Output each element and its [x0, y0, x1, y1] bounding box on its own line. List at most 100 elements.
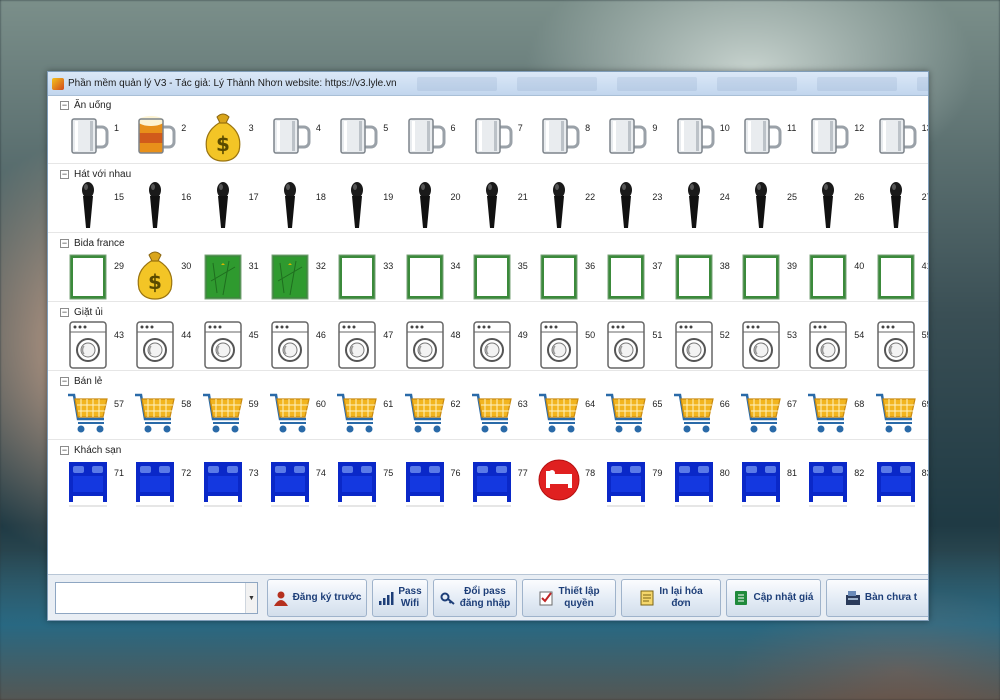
station-17[interactable]: 17 [199, 178, 266, 234]
background-tab[interactable] [816, 76, 897, 91]
pass-wifi-button[interactable]: Pass Wifi [372, 579, 428, 617]
station-23[interactable]: 23 [602, 178, 669, 234]
station-35[interactable]: 35 [468, 247, 535, 303]
station-39[interactable]: 39 [737, 247, 804, 303]
station-12[interactable]: 12 [804, 109, 871, 165]
station-61[interactable]: 61 [333, 385, 400, 441]
station-77[interactable]: 77 [468, 454, 535, 510]
station-50[interactable]: 50 [535, 316, 602, 372]
search-combo[interactable]: ▼ [55, 582, 258, 614]
station-18[interactable]: 18 [266, 178, 333, 234]
station-46[interactable]: 46 [266, 316, 333, 372]
station-20[interactable]: 20 [401, 178, 468, 234]
station-5[interactable]: 5 [333, 109, 400, 165]
station-75[interactable]: 75 [333, 454, 400, 510]
update-price-button[interactable]: Cập nhật giá [726, 579, 821, 617]
setup-permissions-button[interactable]: Thiết lập quyền [522, 579, 616, 617]
station-82[interactable]: 82 [804, 454, 871, 510]
background-tab[interactable] [616, 76, 697, 91]
change-login-pass-button[interactable]: Đổi pass đăng nhập [433, 579, 517, 617]
station-66[interactable]: 66 [670, 385, 737, 441]
station-41[interactable]: 41 [872, 247, 928, 303]
station-22[interactable]: 22 [535, 178, 602, 234]
station-57[interactable]: 57 [64, 385, 131, 441]
station-60[interactable]: 60 [266, 385, 333, 441]
station-16[interactable]: 16 [131, 178, 198, 234]
station-34[interactable]: 34 [401, 247, 468, 303]
station-37[interactable]: 37 [602, 247, 669, 303]
station-24[interactable]: 24 [670, 178, 737, 234]
background-tab[interactable] [416, 76, 497, 91]
station-29[interactable]: 29 [64, 247, 131, 303]
station-68[interactable]: 68 [804, 385, 871, 441]
unpaid-tables-button[interactable]: Bàn chưa t [826, 579, 928, 617]
station-31[interactable]: 31 [199, 247, 266, 303]
station-71[interactable]: 71 [64, 454, 131, 510]
station-10[interactable]: 10 [670, 109, 737, 165]
background-tab[interactable] [916, 76, 928, 91]
station-72[interactable]: 72 [131, 454, 198, 510]
station-26[interactable]: 26 [804, 178, 871, 234]
row-divider [48, 370, 928, 371]
station-54[interactable]: 54 [804, 316, 871, 372]
station-38[interactable]: 38 [670, 247, 737, 303]
register-before-button[interactable]: Đăng ký trước [267, 579, 367, 617]
station-3[interactable]: $3 [199, 109, 266, 165]
row-divider [48, 163, 928, 164]
station-44[interactable]: 44 [131, 316, 198, 372]
station-58[interactable]: 58 [131, 385, 198, 441]
station-2[interactable]: 2 [131, 109, 198, 165]
station-number: 49 [517, 330, 528, 340]
station-13[interactable]: 13 [872, 109, 928, 165]
station-79[interactable]: 79 [602, 454, 669, 510]
station-74[interactable]: 74 [266, 454, 333, 510]
station-62[interactable]: 62 [401, 385, 468, 441]
station-51[interactable]: 51 [602, 316, 669, 372]
station-76[interactable]: 76 [401, 454, 468, 510]
station-36[interactable]: 36 [535, 247, 602, 303]
station-9[interactable]: 9 [602, 109, 669, 165]
station-59[interactable]: 59 [199, 385, 266, 441]
station-47[interactable]: 47 [333, 316, 400, 372]
station-27[interactable]: 27 [872, 178, 928, 234]
station-52[interactable]: 52 [670, 316, 737, 372]
station-64[interactable]: 64 [535, 385, 602, 441]
station-6[interactable]: 6 [401, 109, 468, 165]
chevron-down-icon[interactable]: ▼ [245, 583, 257, 613]
station-83[interactable]: 83 [872, 454, 928, 510]
station-73[interactable]: 73 [199, 454, 266, 510]
station-55[interactable]: 55 [872, 316, 928, 372]
station-63[interactable]: 63 [468, 385, 535, 441]
station-11[interactable]: 11 [737, 109, 804, 165]
station-33[interactable]: 33 [333, 247, 400, 303]
background-tab[interactable] [716, 76, 797, 91]
reprint-invoice-button[interactable]: In lại hóa đơn [621, 579, 721, 617]
station-81[interactable]: 81 [737, 454, 804, 510]
station-43[interactable]: 43 [64, 316, 131, 372]
station-8[interactable]: 8 [535, 109, 602, 165]
station-21[interactable]: 21 [468, 178, 535, 234]
station-19[interactable]: 19 [333, 178, 400, 234]
station-69[interactable]: 69 [872, 385, 928, 441]
station-25[interactable]: 25 [737, 178, 804, 234]
station-45[interactable]: 45 [199, 316, 266, 372]
group-row: 57 58 59 60 61 62 63 64 65 66 67 68 69 [48, 385, 928, 441]
station-7[interactable]: 7 [468, 109, 535, 165]
key-icon [440, 590, 456, 606]
station-30[interactable]: $30 [131, 247, 198, 303]
station-80[interactable]: 80 [670, 454, 737, 510]
notepad-icon [639, 590, 655, 606]
station-4[interactable]: 4 [266, 109, 333, 165]
station-1[interactable]: 1 [64, 109, 131, 165]
background-tab[interactable] [516, 76, 597, 91]
station-49[interactable]: 49 [468, 316, 535, 372]
station-32[interactable]: 32 [266, 247, 333, 303]
station-number: 29 [114, 261, 125, 271]
station-67[interactable]: 67 [737, 385, 804, 441]
station-15[interactable]: 15 [64, 178, 131, 234]
station-78[interactable]: 78 [535, 454, 602, 510]
station-65[interactable]: 65 [602, 385, 669, 441]
station-53[interactable]: 53 [737, 316, 804, 372]
station-48[interactable]: 48 [401, 316, 468, 372]
station-40[interactable]: 40 [804, 247, 871, 303]
